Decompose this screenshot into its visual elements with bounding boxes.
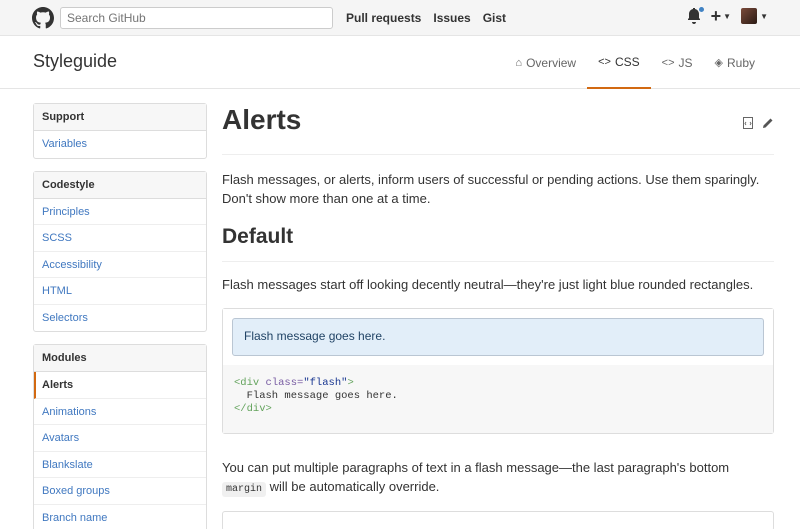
code-snippet: <div class="flash"> Flash message goes h… xyxy=(223,365,773,433)
ruby-icon: ◈ xyxy=(714,57,723,69)
create-new-dropdown[interactable]: + ▼ xyxy=(710,6,732,26)
sidebar-item-animations[interactable]: Animations xyxy=(34,399,206,425)
sidebar-item-boxed-groups[interactable]: Boxed groups xyxy=(34,478,206,505)
header-actions: + ▼ ▼ xyxy=(687,6,768,26)
sidebar-item-selectors[interactable]: Selectors xyxy=(34,305,206,332)
page-tools xyxy=(742,117,774,129)
paragraph-margin-note: You can put multiple paragraphs of text … xyxy=(222,458,774,499)
caret-down-icon: ▼ xyxy=(723,11,732,21)
sidebar-item-html[interactable]: HTML xyxy=(34,278,206,305)
plus-icon: + xyxy=(710,6,722,26)
tab-overview[interactable]: ⌂ Overview xyxy=(504,36,587,89)
tab-ruby[interactable]: ◈ Ruby xyxy=(704,36,766,89)
intro-text: Flash messages, or alerts, inform users … xyxy=(222,172,760,206)
search-input[interactable] xyxy=(60,7,333,29)
menu-modules: Modules Alerts Animations Avatars Blanks… xyxy=(33,344,207,529)
home-icon: ⌂ xyxy=(515,56,523,69)
sidebar-item-accessibility[interactable]: Accessibility xyxy=(34,252,206,278)
notifications-bell-icon[interactable] xyxy=(687,6,705,24)
styleguide-title[interactable]: Styleguide xyxy=(33,51,117,72)
nav-issues[interactable]: Issues xyxy=(433,11,470,25)
file-code-icon[interactable] xyxy=(742,117,754,129)
styleguide-tabs: ⌂ Overview <> CSS <> JS ◈ Ruby xyxy=(504,36,766,89)
menu-codestyle: Codestyle Principles SCSS Accessibility … xyxy=(33,170,207,332)
tab-css[interactable]: <> CSS xyxy=(587,36,651,89)
tab-label: Ruby xyxy=(726,55,755,70)
inline-code: margin xyxy=(222,482,267,497)
sidebar-item-principles[interactable]: Principles xyxy=(34,199,206,225)
sidebar-item-variables[interactable]: Variables xyxy=(34,131,206,158)
github-logo-icon[interactable] xyxy=(32,7,54,29)
code-icon: <> xyxy=(661,56,675,69)
article: Alerts Flash messages, or alerts, inform… xyxy=(222,103,774,529)
global-header: Pull requests Issues Gist + ▼ ▼ xyxy=(0,0,800,36)
sidebar: Support Variables Codestyle Principles S… xyxy=(33,103,207,529)
section-title: Default xyxy=(222,225,774,262)
example-preview: Flash message goes here. xyxy=(223,309,773,365)
menu-support: Support Variables xyxy=(33,103,207,159)
code-attr: class= xyxy=(259,377,304,389)
sidebar-item-scss[interactable]: SCSS xyxy=(34,225,206,252)
avatar xyxy=(741,8,758,24)
caret-down-icon: ▼ xyxy=(760,11,768,21)
global-nav: Pull requests Issues Gist xyxy=(346,11,506,25)
section-description: Flash messages start off looking decentl… xyxy=(222,277,754,292)
tab-js[interactable]: <> JS xyxy=(651,36,704,89)
notification-indicator xyxy=(697,6,705,13)
menu-heading: Modules xyxy=(34,345,206,372)
sidebar-item-alerts[interactable]: Alerts xyxy=(34,372,206,399)
pencil-icon[interactable] xyxy=(762,117,774,129)
tab-label: JS xyxy=(678,55,693,70)
code-end-tag: </div> xyxy=(234,403,272,415)
tab-label: CSS xyxy=(614,54,640,69)
sidebar-item-blankslate[interactable]: Blankslate xyxy=(34,452,206,478)
user-menu-dropdown[interactable]: ▼ xyxy=(741,8,768,24)
text-segment: You can put multiple paragraphs of text … xyxy=(222,460,730,475)
styleguide-header: Styleguide ⌂ Overview <> CSS <> JS ◈ Rub… xyxy=(0,36,800,89)
example-block: Flash message goes here. <div class="fla… xyxy=(222,308,774,434)
tab-label: Overview xyxy=(526,55,577,70)
menu-heading: Support xyxy=(34,104,206,131)
nav-pull-requests[interactable]: Pull requests xyxy=(346,11,421,25)
code-open-tag: <div xyxy=(234,377,260,389)
code-icon: <> xyxy=(598,55,611,68)
flash-message: Flash message goes here. xyxy=(232,318,764,356)
code-close-bracket: > xyxy=(347,377,354,389)
example-block xyxy=(222,511,774,529)
code-body: Flash message goes here. xyxy=(234,390,398,402)
text-segment: will be automatically override. xyxy=(266,479,440,494)
nav-gist[interactable]: Gist xyxy=(483,11,506,25)
sidebar-item-avatars[interactable]: Avatars xyxy=(34,425,206,452)
code-value: "flash" xyxy=(303,377,348,389)
sidebar-item-branch-name[interactable]: Branch name xyxy=(34,505,206,529)
menu-heading: Codestyle xyxy=(34,171,206,199)
page-title: Alerts xyxy=(222,103,774,155)
